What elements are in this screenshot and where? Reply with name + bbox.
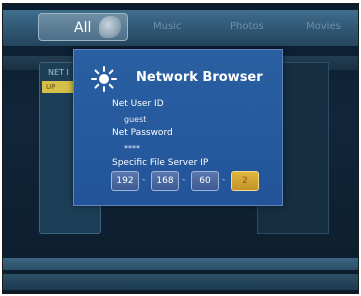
password-label: Net Password [112,128,173,138]
ip-octet-1[interactable]: 192 [111,171,139,191]
ip-octet-2[interactable]: 168 [151,171,179,191]
ip-octet-4[interactable]: 2 [231,171,259,191]
user-id-label: Net User ID [112,99,164,109]
footer-band-top [3,258,358,270]
ip-octet-3[interactable]: 60 [191,171,219,191]
tab-all[interactable]: All [38,13,128,41]
ip-separator: - [182,175,186,185]
ip-separator: - [142,175,146,185]
ip-separator: - [222,175,226,185]
user-id-field[interactable]: guest [124,115,146,124]
device-list-header: NET I [48,68,69,77]
category-tab-bar: All Music Photos Movies [3,10,358,46]
password-field[interactable]: **** [124,144,140,153]
tab-all-label: All [74,20,92,36]
server-ip-label: Specific File Server IP [112,158,209,168]
dialog-title: Network Browser [136,70,263,85]
globe-icon [99,16,121,38]
tab-photos[interactable]: Photos [230,13,264,41]
network-sun-icon [91,66,117,92]
network-browser-dialog: Network Browser Net User ID guest Net Pa… [73,49,283,206]
media-player-screen: All Music Photos Movies NET I UP Network… [2,3,359,294]
tab-music[interactable]: Music [153,13,181,41]
footer-band-bottom [3,274,358,290]
tab-movies[interactable]: Movies [306,13,341,41]
